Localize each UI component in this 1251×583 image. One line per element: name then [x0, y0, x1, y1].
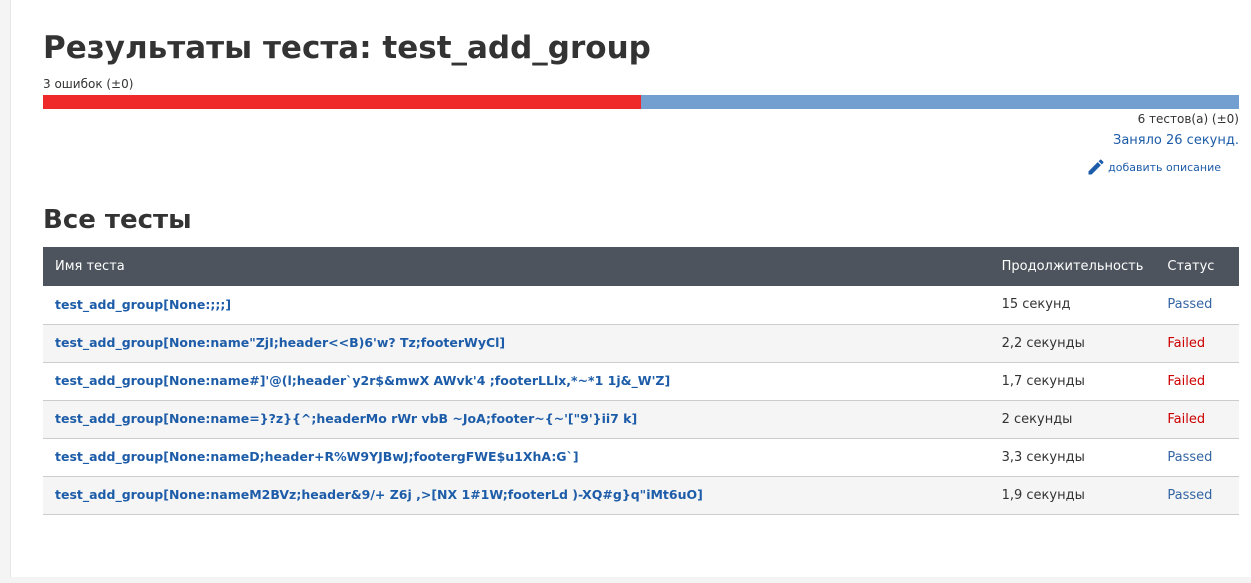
test-duration: 2 секунды	[989, 400, 1156, 439]
test-link[interactable]: test_add_group[None:nameM2BVz;header&9/+…	[55, 487, 703, 502]
test-duration: 2,2 секунды	[989, 324, 1156, 363]
test-link[interactable]: test_add_group[None:name"ZjI;header<<B)6…	[55, 335, 505, 350]
table-row: test_add_group[None:name"ZjI;header<<B)6…	[43, 324, 1239, 363]
test-name-cell: test_add_group[None:nameD;header+R%W9YJB…	[43, 438, 990, 477]
test-status: Passed	[1155, 286, 1239, 325]
column-header-name[interactable]: Имя теста	[43, 247, 990, 286]
table-row: test_add_group[None:;;;] 15 секунд Passe…	[43, 286, 1239, 325]
test-name-cell: test_add_group[None:name=}?z}{^;headerMo…	[43, 400, 990, 439]
table-row: test_add_group[None:nameM2BVz;header&9/+…	[43, 476, 1239, 515]
test-status: Failed	[1155, 362, 1239, 401]
test-duration: 1,9 секунды	[989, 476, 1156, 515]
test-name-cell: test_add_group[None:nameM2BVz;header&9/+…	[43, 476, 990, 515]
pencil-icon	[1088, 159, 1104, 175]
table-row: test_add_group[None:name=}?z}{^;headerMo…	[43, 400, 1239, 439]
duration-link[interactable]: Заняло 26 секунд.	[1113, 133, 1239, 148]
page-title: Результаты теста: test_add_group	[43, 30, 651, 66]
table-header-row: Имя теста Продолжительность Статус	[43, 247, 1239, 286]
test-duration: 3,3 секунды	[989, 438, 1156, 477]
test-status: Failed	[1155, 324, 1239, 363]
page: Результаты теста: test_add_group 3 ошибо…	[10, 0, 1251, 577]
progress-fail-segment	[43, 95, 641, 109]
test-name-cell: test_add_group[None:;;;]	[43, 286, 990, 325]
test-duration: 1,7 секунды	[989, 362, 1156, 401]
test-status: Passed	[1155, 438, 1239, 477]
fail-summary: 3 ошибок (±0)	[43, 77, 134, 91]
result-progress-bar	[43, 95, 1239, 109]
test-name-cell: test_add_group[None:name#]'@(l;header`y2…	[43, 362, 990, 401]
test-link[interactable]: test_add_group[None:name=}?z}{^;headerMo…	[55, 411, 637, 426]
test-name-cell: test_add_group[None:name"ZjI;header<<B)6…	[43, 324, 990, 363]
test-status: Passed	[1155, 476, 1239, 515]
test-link[interactable]: test_add_group[None:name#]'@(l;header`y2…	[55, 373, 670, 388]
test-status: Failed	[1155, 400, 1239, 439]
table-row: test_add_group[None:name#]'@(l;header`y2…	[43, 362, 1239, 401]
add-description-label: добавить описание	[1108, 160, 1221, 174]
test-duration: 15 секунд	[989, 286, 1156, 325]
column-header-status[interactable]: Статус	[1155, 247, 1239, 286]
section-title-all-tests: Все тесты	[43, 205, 192, 235]
add-description-link[interactable]: добавить описание	[1086, 157, 1221, 177]
test-link[interactable]: test_add_group[None:;;;]	[55, 297, 231, 312]
tests-table: Имя теста Продолжительность Статус test_…	[43, 247, 1239, 515]
column-header-duration[interactable]: Продолжительность	[989, 247, 1156, 286]
test-link[interactable]: test_add_group[None:nameD;header+R%W9YJB…	[55, 449, 579, 464]
table-row: test_add_group[None:nameD;header+R%W9YJB…	[43, 438, 1239, 477]
test-count: 6 тестов(а) (±0)	[1137, 112, 1239, 126]
